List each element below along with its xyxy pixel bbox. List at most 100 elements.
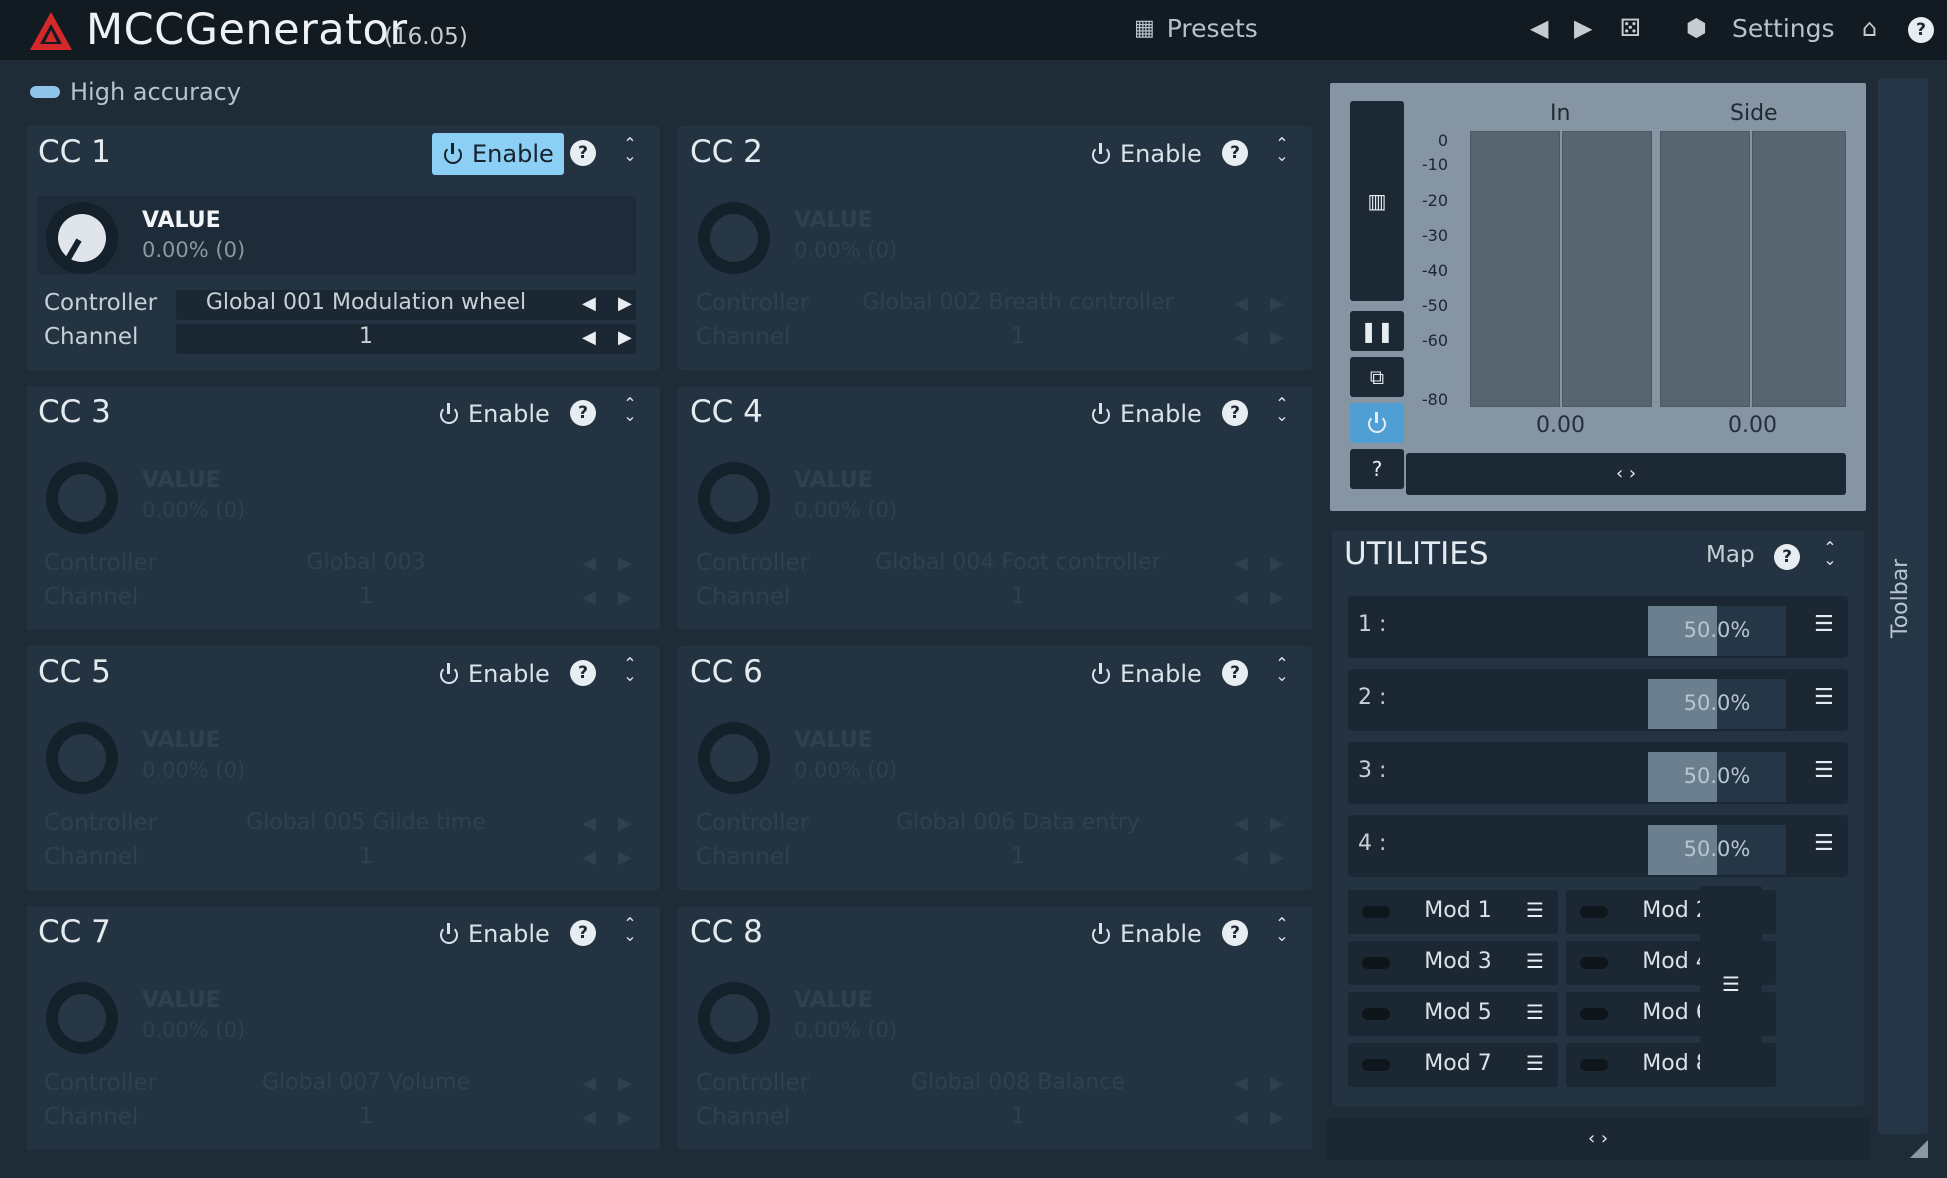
previous-arrow-icon[interactable]: ◀ (1234, 813, 1248, 834)
next-arrow-icon[interactable]: ▶ (1270, 327, 1284, 348)
help-icon[interactable]: ? (1908, 17, 1934, 43)
menu-icon[interactable]: ☰ (1526, 898, 1544, 922)
help-icon[interactable]: ? (1222, 660, 1248, 686)
channel-value[interactable]: 1 (186, 844, 546, 869)
utility-slider[interactable]: 50.0% (1648, 825, 1786, 875)
help-icon[interactable]: ? (570, 400, 596, 426)
high-accuracy-toggle[interactable]: High accuracy (30, 78, 241, 106)
meter-help-button[interactable]: ? (1350, 449, 1404, 489)
menu-icon[interactable]: ☰ (1814, 831, 1834, 856)
next-arrow-icon[interactable]: ▶ (618, 293, 632, 314)
controller-value[interactable]: Global 005 Glide time (186, 810, 546, 835)
previous-arrow-icon[interactable]: ◀ (582, 327, 596, 348)
previous-arrow-icon[interactable]: ◀ (1234, 1073, 1248, 1094)
previous-arrow-icon[interactable]: ◀ (1234, 553, 1248, 574)
enable-button[interactable]: Enable (428, 913, 560, 955)
controller-value[interactable]: Global 001 Modulation wheel (186, 290, 546, 315)
menu-icon[interactable]: ☰ (1526, 949, 1544, 973)
collapse-arrows-icon[interactable]: ⌃ ⌄ (622, 656, 638, 684)
channel-value[interactable]: 1 (186, 584, 546, 609)
collapse-arrows-icon[interactable]: ⌃ ⌄ (1274, 136, 1290, 164)
next-arrow-icon[interactable]: ▶ (1270, 587, 1284, 608)
value-knob[interactable] (698, 462, 770, 534)
help-icon[interactable]: ? (570, 660, 596, 686)
enable-button[interactable]: Enable (1080, 133, 1212, 175)
previous-arrow-icon[interactable]: ◀ (1234, 587, 1248, 608)
collapse-arrows-icon[interactable]: ⌃ ⌄ (1274, 656, 1290, 684)
previous-preset-icon[interactable]: ◀ (1530, 14, 1548, 42)
previous-arrow-icon[interactable]: ◀ (582, 1073, 596, 1094)
next-arrow-icon[interactable]: ▶ (1270, 1107, 1284, 1128)
settings-label[interactable]: Settings (1732, 14, 1835, 43)
controller-value[interactable]: Global 002 Breath controller (838, 290, 1198, 315)
channel-value[interactable]: 1 (838, 1104, 1198, 1129)
help-icon[interactable]: ? (570, 140, 596, 166)
enable-button[interactable]: Enable (432, 133, 564, 175)
presets-button[interactable]: ▦ Presets (1134, 14, 1258, 43)
mod-slot-5[interactable]: Mod 5 ☰ (1348, 992, 1558, 1036)
mod-slot-1[interactable]: Mod 1 ☰ (1348, 890, 1558, 934)
value-knob[interactable] (698, 982, 770, 1054)
next-arrow-icon[interactable]: ▶ (618, 553, 632, 574)
mod-slot-7[interactable]: Mod 7 ☰ (1348, 1043, 1558, 1087)
menu-icon[interactable]: ☰ (1814, 685, 1834, 710)
enable-button[interactable]: Enable (1080, 653, 1212, 695)
randomize-dice-icon[interactable]: ⚄ (1620, 14, 1641, 42)
previous-arrow-icon[interactable]: ◀ (1234, 327, 1248, 348)
settings-icon[interactable]: ⬢ (1686, 14, 1707, 42)
next-arrow-icon[interactable]: ▶ (618, 1107, 632, 1128)
channel-value[interactable]: 1 (186, 324, 546, 349)
controller-value[interactable]: Global 007 Volume (186, 1070, 546, 1095)
resize-corner-icon[interactable] (1910, 1140, 1928, 1158)
next-preset-icon[interactable]: ▶ (1574, 14, 1592, 42)
next-arrow-icon[interactable]: ▶ (1270, 847, 1284, 868)
map-button[interactable]: Map (1706, 542, 1755, 568)
collapse-arrows-icon[interactable]: ⌃ ⌄ (622, 396, 638, 424)
channel-value[interactable]: 1 (186, 1104, 546, 1129)
enable-button[interactable]: Enable (428, 653, 560, 695)
channel-value[interactable]: 1 (838, 844, 1198, 869)
value-knob[interactable] (46, 722, 118, 794)
previous-arrow-icon[interactable]: ◀ (582, 587, 596, 608)
previous-arrow-icon[interactable]: ◀ (582, 813, 596, 834)
enable-button[interactable]: Enable (428, 393, 560, 435)
collapse-arrows-icon[interactable]: ⌃ ⌄ (1274, 396, 1290, 424)
value-knob[interactable] (46, 202, 118, 274)
previous-arrow-icon[interactable]: ◀ (1234, 847, 1248, 868)
value-knob[interactable] (46, 462, 118, 534)
toolbar-tab[interactable]: Toolbar (1878, 78, 1928, 1134)
utility-slider[interactable]: 50.0% (1648, 679, 1786, 729)
menu-icon[interactable]: ☰ (1814, 612, 1834, 637)
meter-expand-button[interactable]: ‹ › (1406, 453, 1846, 495)
resize-button[interactable]: ⧉ (1350, 357, 1404, 397)
help-icon[interactable]: ? (1222, 400, 1248, 426)
controller-value[interactable]: Global 006 Data entry (838, 810, 1198, 835)
menu-icon[interactable]: ☰ (1814, 758, 1834, 783)
value-knob[interactable] (46, 982, 118, 1054)
previous-arrow-icon[interactable]: ◀ (582, 847, 596, 868)
pause-button[interactable]: ❚❚ (1350, 311, 1404, 351)
next-arrow-icon[interactable]: ▶ (1270, 553, 1284, 574)
previous-arrow-icon[interactable]: ◀ (582, 293, 596, 314)
value-knob[interactable] (698, 202, 770, 274)
next-arrow-icon[interactable]: ▶ (1270, 813, 1284, 834)
collapse-arrows-icon[interactable]: ⌃ ⌄ (622, 136, 638, 164)
mod-slot-3[interactable]: Mod 3 ☰ (1348, 941, 1558, 985)
collapse-arrows-icon[interactable]: ⌃ ⌄ (1822, 540, 1838, 568)
next-arrow-icon[interactable]: ▶ (618, 587, 632, 608)
next-arrow-icon[interactable]: ▶ (618, 813, 632, 834)
utility-slider[interactable]: 50.0% (1648, 606, 1786, 656)
help-icon[interactable]: ? (1222, 140, 1248, 166)
bottom-expand-button[interactable]: ‹ › (1326, 1118, 1870, 1160)
collapse-arrows-icon[interactable]: ⌃ ⌄ (622, 916, 638, 944)
mods-menu-button[interactable]: ☰ (1700, 886, 1762, 1082)
next-arrow-icon[interactable]: ▶ (618, 847, 632, 868)
value-knob[interactable] (698, 722, 770, 794)
previous-arrow-icon[interactable]: ◀ (1234, 1107, 1248, 1128)
menu-icon[interactable]: ☰ (1526, 1000, 1544, 1024)
meter-type-button[interactable]: ▥ (1350, 101, 1404, 301)
help-icon[interactable]: ? (1222, 920, 1248, 946)
enable-button[interactable]: Enable (1080, 913, 1212, 955)
enable-button[interactable]: Enable (1080, 393, 1212, 435)
controller-value[interactable]: Global 003 (186, 550, 546, 575)
